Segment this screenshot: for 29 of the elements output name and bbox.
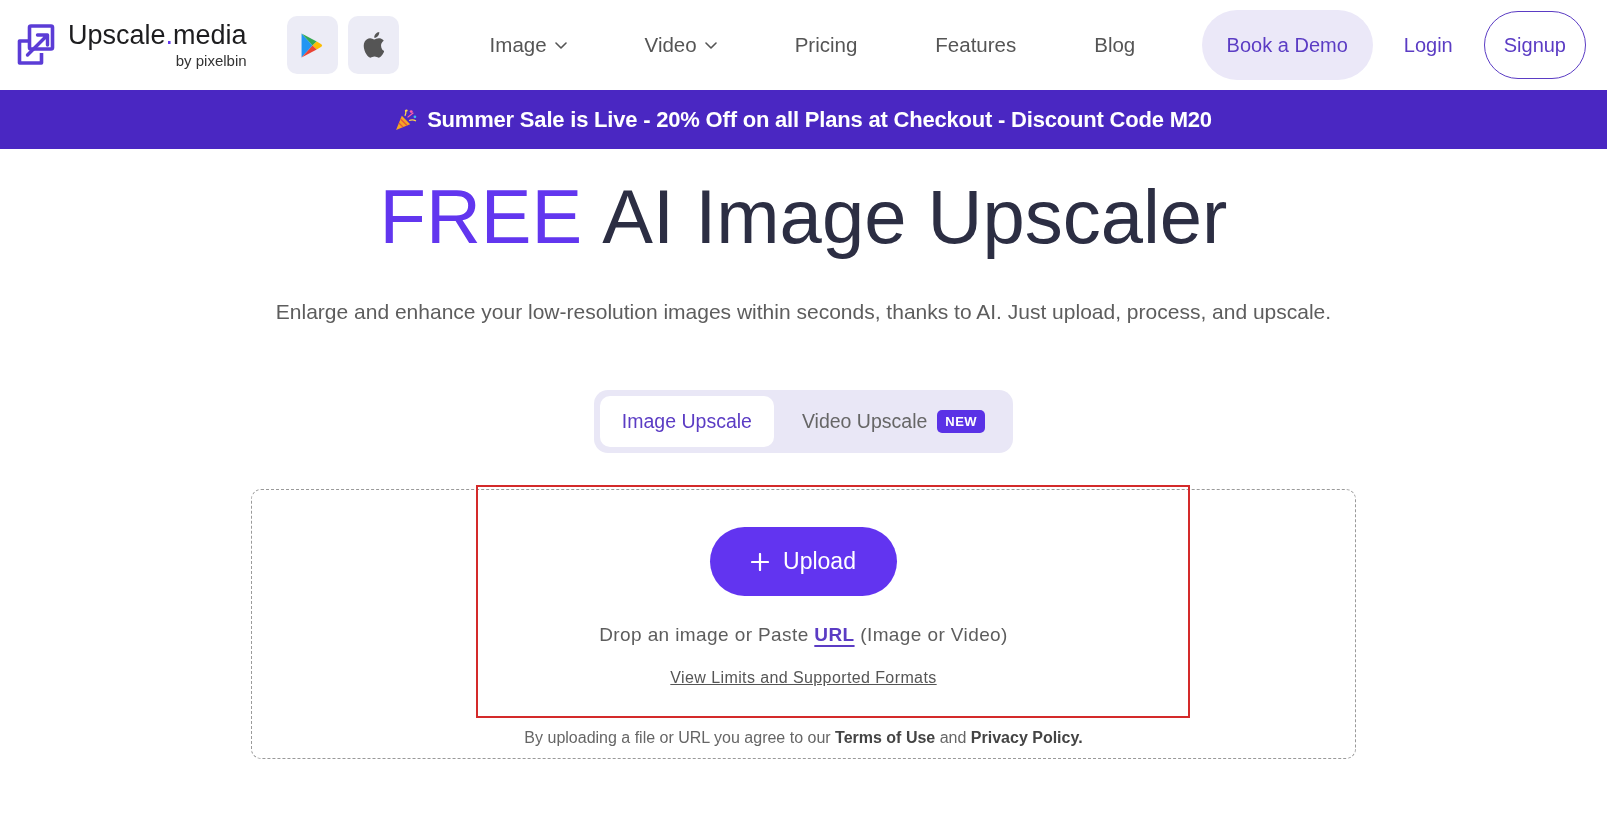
limits-link[interactable]: View Limits and Supported Formats	[670, 667, 937, 689]
title-highlight: FREE	[379, 173, 583, 261]
app-store-button[interactable]	[286, 16, 338, 74]
brand-tagline: by pixelbin	[175, 53, 247, 68]
nav-link[interactable]: Video	[644, 33, 717, 57]
logo-icon	[15, 23, 56, 67]
new-badge: NEW	[937, 410, 986, 433]
page-subtitle: Enlarge and enhance your low-resolution images within seconds, thanks to AI. Just upload, process, and upscale.	[275, 299, 1332, 325]
signup-button[interactable]: Signup	[1483, 11, 1586, 79]
tab[interactable]: Video Upscale NEW	[779, 396, 1008, 447]
party-popper-icon	[395, 108, 418, 131]
nav-link[interactable]: Features	[935, 33, 1017, 57]
tab[interactable]: Image Upscale	[599, 396, 774, 447]
consent-text: By uploading a file or URL you agree to our Terms of Use and Privacy Policy.	[524, 728, 1083, 748]
app-store-button[interactable]	[347, 16, 399, 74]
nav-link[interactable]: Image	[489, 33, 567, 57]
nav-link[interactable]: Pricing	[794, 33, 858, 57]
upload-button[interactable]: Upload	[710, 527, 897, 596]
login-link[interactable]: Login	[1403, 33, 1453, 57]
apple-icon	[362, 31, 384, 59]
plus-icon	[751, 552, 770, 571]
promo-text: Summer Sale is Live - 20% Off on all Plans at Checkout - Discount Code M20	[427, 106, 1212, 133]
url-link[interactable]: URL	[814, 624, 855, 645]
brand-name: Upscale.media	[68, 22, 247, 49]
play-icon	[301, 32, 324, 58]
page-title: AI Image Upscaler	[602, 173, 1228, 261]
drop-hint-text: Drop an image or Paste URL (Image or Video)	[599, 623, 1008, 647]
nav-link[interactable]: Blog	[1094, 33, 1136, 57]
book-demo-button[interactable]: Book a Demo	[1201, 10, 1373, 80]
